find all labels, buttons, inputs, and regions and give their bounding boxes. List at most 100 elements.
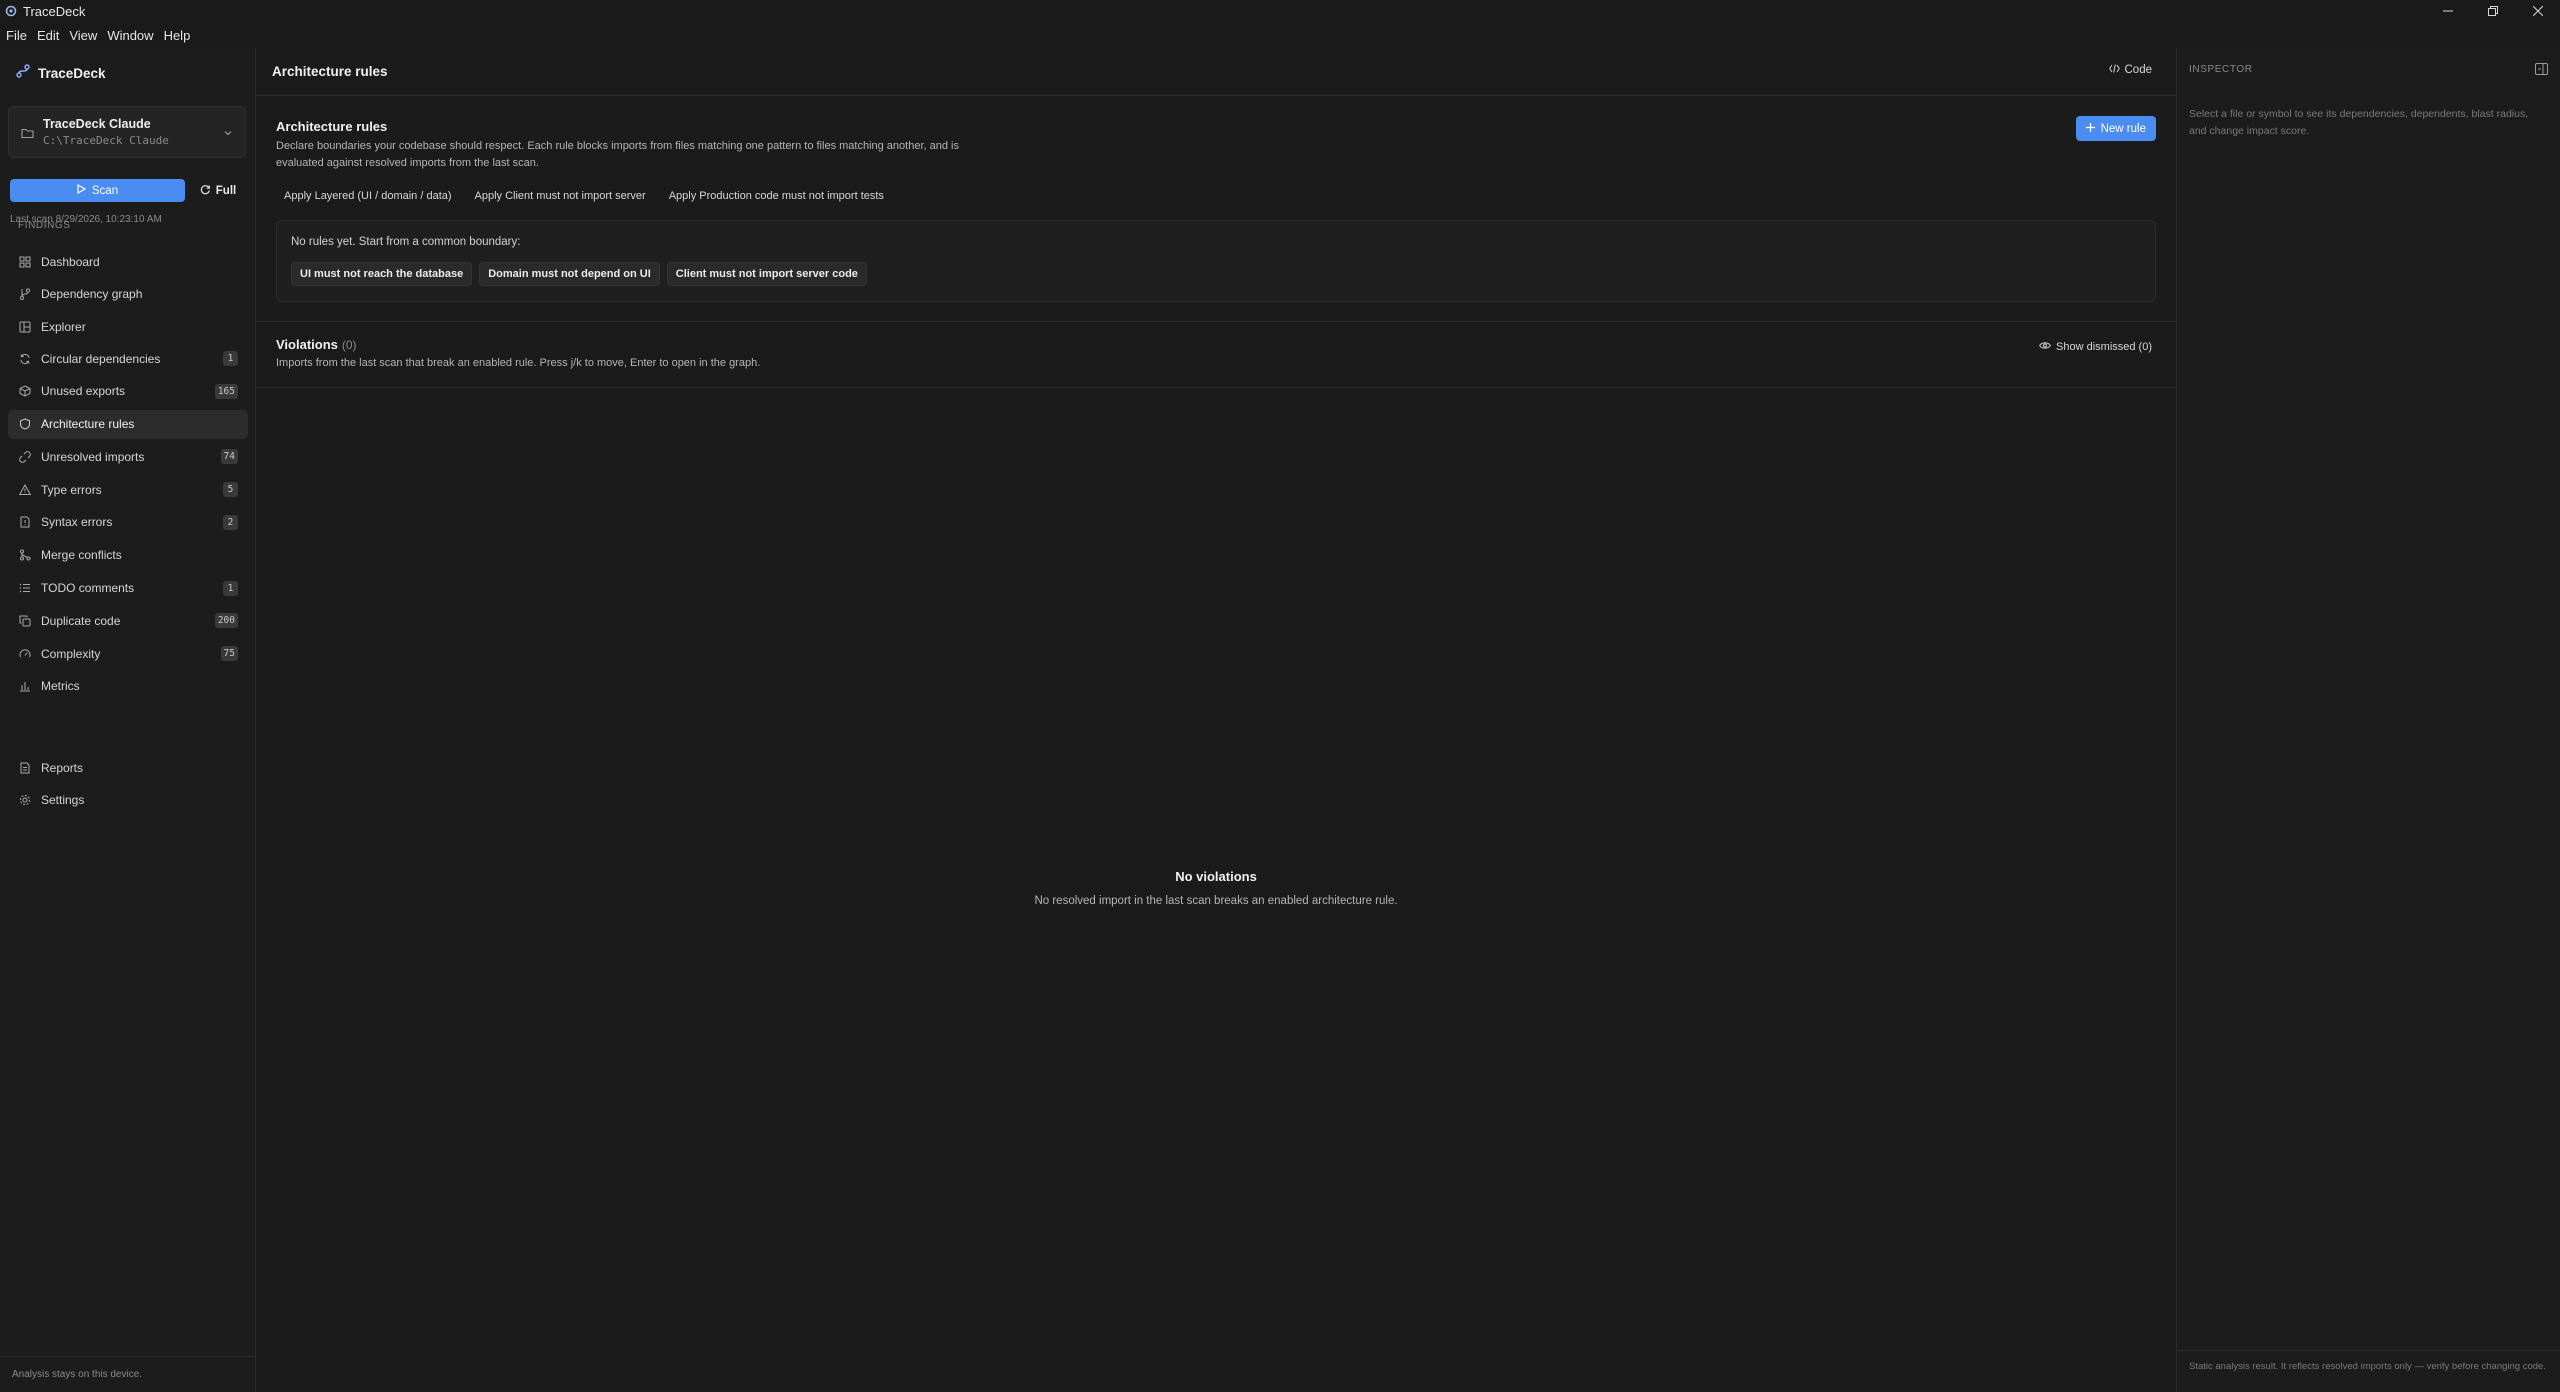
gauge-icon (18, 647, 32, 661)
scan-button[interactable]: Scan (10, 179, 185, 202)
folder-icon (21, 126, 34, 144)
apply-layered-link[interactable]: Apply Layered (UI / domain / data) (284, 190, 452, 202)
rules-description: Declare boundaries your codebase should … (276, 140, 959, 169)
menu-edit[interactable]: Edit (34, 28, 62, 43)
nav-duplicate-code[interactable]: Duplicate code 200 (8, 606, 248, 635)
findings-section-label: FINDINGS (18, 220, 71, 231)
nav-syntax-errors[interactable]: Syntax errors 2 (8, 508, 248, 537)
nav-settings[interactable]: Settings (8, 786, 248, 815)
play-icon (77, 183, 87, 197)
full-scan-button[interactable]: Full (192, 179, 244, 202)
title-bar: TraceDeck (0, 0, 2560, 22)
nav-label: Unresolved imports (41, 449, 145, 464)
project-name: TraceDeck Claude (43, 117, 151, 131)
show-dismissed-toggle[interactable]: Show dismissed (0) (2039, 341, 2152, 353)
inspector-panel: INSPECTOR Select a file or symbol to see… (2176, 48, 2560, 1392)
nav-label: Syntax errors (41, 515, 113, 530)
nav-todo-comments[interactable]: TODO comments 1 (8, 574, 248, 603)
bar-chart-icon (18, 679, 32, 693)
panel-toggle-icon[interactable] (2535, 62, 2548, 80)
rules-heading: Architecture rules (276, 119, 388, 134)
nav-dashboard[interactable]: Dashboard (8, 247, 248, 276)
apply-presets: Apply Layered (UI / domain / data) Apply… (284, 190, 884, 202)
file-error-icon (18, 515, 32, 529)
nav-unused-exports[interactable]: Unused exports 165 (8, 377, 248, 406)
apply-prod-tests-link[interactable]: Apply Production code must not import te… (669, 190, 884, 202)
nav-label: Circular dependencies (41, 351, 161, 366)
violations-description: Imports from the last scan that break an… (276, 357, 761, 369)
nav-type-errors[interactable]: Type errors 5 (8, 475, 248, 504)
bottom-nav: Reports Settings (8, 753, 248, 819)
apply-client-server-link[interactable]: Apply Client must not import server (475, 190, 646, 202)
gear-icon (18, 793, 32, 807)
violations-heading: Violations (0) (276, 337, 357, 352)
nav-reports[interactable]: Reports (8, 753, 248, 782)
nav-label: Dashboard (41, 254, 100, 269)
count-badge: 5 (223, 482, 238, 498)
project-selector[interactable]: TraceDeck Claude C:\TraceDeck Claude (8, 106, 246, 158)
nav-explorer[interactable]: Explorer (8, 313, 248, 342)
preset-domain-ui-button[interactable]: Domain must not depend on UI (479, 262, 660, 286)
graph-icon (18, 287, 32, 301)
brand-logo-icon (16, 64, 30, 83)
count-badge: 1 (223, 580, 238, 596)
menu-window[interactable]: Window (104, 28, 156, 43)
inspector-hint: Select a file or symbol to see its depen… (2189, 108, 2529, 137)
nav-merge-conflicts[interactable]: Merge conflicts (8, 541, 248, 570)
nav-label: TODO comments (41, 581, 135, 596)
empty-state-description: No resolved import in the last scan brea… (1034, 895, 1398, 907)
cycle-icon (18, 352, 32, 366)
unlink-icon (18, 450, 32, 464)
count-badge: 75 (220, 646, 238, 662)
new-rule-label: New rule (2100, 122, 2146, 135)
nav-label: Merge conflicts (41, 548, 122, 563)
full-label: Full (215, 184, 237, 197)
menu-view[interactable]: View (66, 28, 100, 43)
nav-complexity[interactable]: Complexity 75 (8, 639, 248, 668)
show-dismissed-label: Show dismissed (0) (2056, 341, 2152, 353)
close-icon[interactable] (2515, 0, 2560, 22)
restore-icon[interactable] (2470, 0, 2515, 22)
eye-icon (2039, 341, 2051, 353)
app-logo-icon (5, 5, 17, 17)
menu-help[interactable]: Help (161, 28, 194, 43)
project-path: C:\TraceDeck Claude (43, 134, 169, 147)
nav-dependency-graph[interactable]: Dependency graph (8, 280, 248, 309)
warning-icon (18, 483, 32, 497)
copy-icon (18, 614, 32, 628)
violations-header: Violations (0) Imports from the last scan… (256, 322, 2176, 388)
chevron-down-icon (223, 125, 233, 143)
brand-name: TraceDeck (38, 66, 106, 81)
menu-file[interactable]: File (3, 28, 30, 43)
menu-bar: File Edit View Window Help (0, 22, 2560, 48)
rules-section: Architecture rules Declare boundaries yo… (256, 48, 2176, 322)
shield-icon (18, 417, 32, 431)
count-badge: 1 (223, 351, 238, 366)
preset-client-server-button[interactable]: Client must not import server code (666, 262, 867, 286)
nav-label: Reports (41, 760, 84, 775)
nav-unresolved-imports[interactable]: Unresolved imports 74 (8, 442, 248, 471)
window-title: TraceDeck (23, 3, 86, 19)
nav-label: Duplicate code (41, 613, 121, 628)
nav-circular-dependencies[interactable]: Circular dependencies 1 (8, 344, 248, 373)
main-panel: Architecture rules Code Architecture rul… (256, 48, 2176, 1392)
primary-nav: Dashboard Dependency graph Explorer (8, 247, 248, 345)
merge-icon (18, 548, 32, 562)
preset-ui-database-button[interactable]: UI must not reach the database (291, 262, 473, 286)
brand[interactable]: TraceDeck (16, 64, 106, 83)
nav-metrics[interactable]: Metrics (8, 672, 248, 701)
sidebar: TraceDeck TraceDeck Claude C:\TraceDeck … (0, 48, 256, 1392)
plus-icon (2085, 122, 2095, 135)
new-rule-button[interactable]: New rule (2075, 116, 2156, 141)
refresh-icon (200, 184, 211, 198)
list-icon (18, 581, 32, 595)
violations-count: (0) (341, 338, 357, 352)
minimize-icon[interactable] (2425, 0, 2470, 22)
package-icon (18, 384, 32, 398)
scan-label: Scan (91, 184, 119, 197)
inspector-label: INSPECTOR (2189, 64, 2253, 75)
privacy-note: Analysis stays on this device. (0, 1356, 255, 1392)
dashboard-icon (18, 255, 32, 269)
count-badge: 74 (220, 449, 238, 465)
nav-architecture-rules[interactable]: Architecture rules (8, 409, 248, 439)
